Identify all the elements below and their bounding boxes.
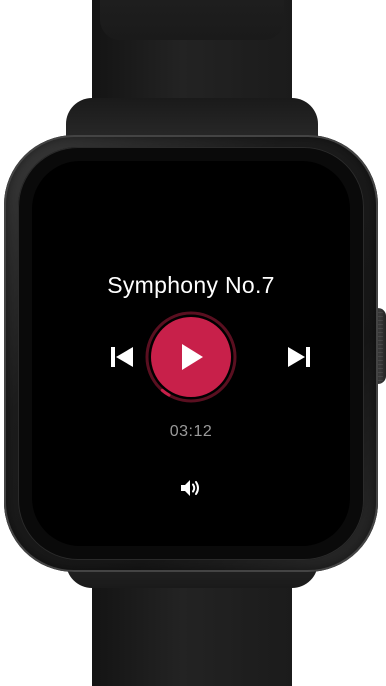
- previous-track-button[interactable]: [108, 343, 136, 371]
- play-button-container: [144, 310, 238, 404]
- track-title: Symphony No.7: [107, 272, 275, 298]
- volume-icon: [181, 480, 199, 496]
- elapsed-time: 03:12: [169, 423, 213, 440]
- skip-next-icon: [288, 347, 310, 367]
- skip-previous-icon: [111, 347, 133, 367]
- smartwatch: Symphony No.7 03:12: [0, 0, 386, 686]
- play-button[interactable]: [151, 317, 231, 397]
- next-track-button[interactable]: [285, 343, 313, 371]
- music-player-screen: Symphony No.7 03:12: [32, 161, 350, 546]
- watch-case: Symphony No.7 03:12: [4, 135, 378, 572]
- progress-arc: [160, 388, 171, 397]
- volume-button[interactable]: [177, 476, 205, 500]
- play-icon: [182, 344, 203, 370]
- watch-bezel: Symphony No.7 03:12: [18, 147, 364, 560]
- playback-controls: [32, 310, 350, 404]
